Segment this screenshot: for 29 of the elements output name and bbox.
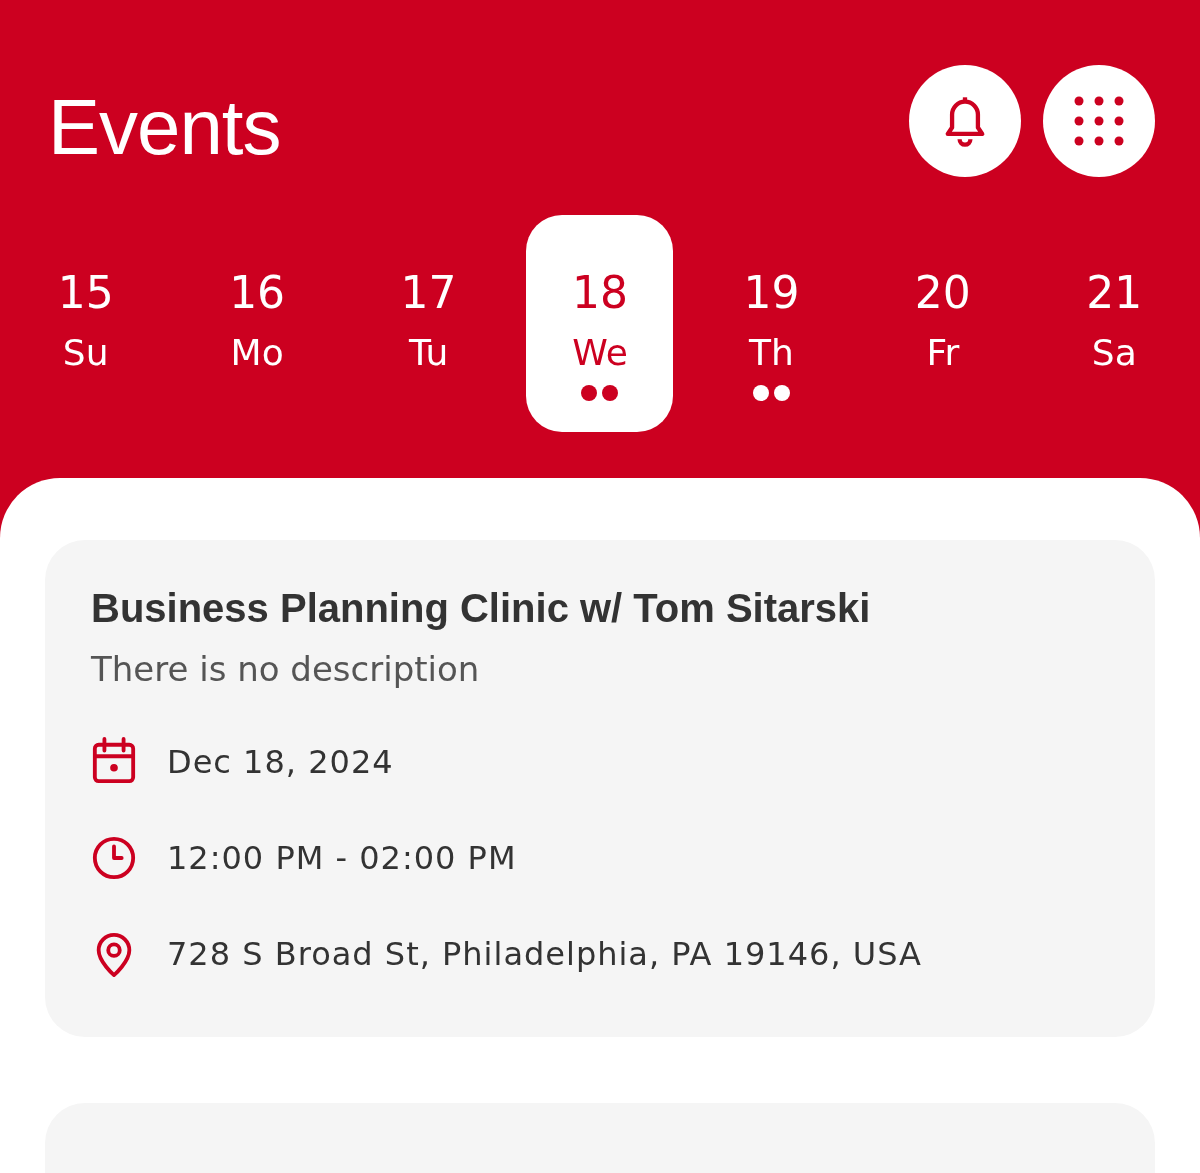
event-title: Business Planning Clinic w/ Tom Sitarski [91, 586, 872, 631]
day-name: Mo [230, 331, 284, 375]
day-name: Su [62, 331, 109, 375]
day-number: 15 [57, 267, 114, 319]
event-description: There is no description [91, 649, 481, 689]
day-number: 19 [743, 267, 800, 319]
day-name: Th [749, 331, 794, 375]
day-number: 18 [572, 267, 628, 319]
day-tab[interactable]: 18 We [526, 215, 674, 432]
day-number: 17 [400, 267, 457, 319]
event-time: 12:00 PM - 02:00 PM [167, 839, 517, 877]
day-tab[interactable]: 21 Sa [1040, 215, 1188, 432]
page-title: Events [48, 82, 281, 173]
event-card[interactable]: Business Planning Clinic w/ Tom Sitarski There is no description Dec 18, 2024 12:00 PM - 02:00 PM 728 S Broad St, Philadelphia, PA 19146, USA [45, 540, 1155, 1037]
day-tab[interactable]: 15 Su [12, 215, 160, 432]
day-name: Tu [408, 331, 449, 375]
day-name: We [572, 331, 628, 375]
day-tab[interactable]: 17 Tu [355, 215, 503, 432]
grid-dots-icon [1074, 96, 1124, 146]
day-name: Fr [926, 331, 960, 375]
day-name: Sa [1091, 331, 1137, 375]
day-number: 20 [914, 267, 971, 319]
event-date: Dec 18, 2024 [167, 743, 394, 781]
day-tab[interactable]: 16 Mo [183, 215, 331, 432]
day-number: 16 [229, 267, 286, 319]
event-location: 728 S Broad St, Philadelphia, PA 19146, USA [167, 935, 922, 973]
day-tab[interactable]: 19 Th [697, 215, 845, 432]
day-number: 21 [1086, 267, 1143, 319]
day-tab[interactable]: 20 Fr [869, 215, 1017, 432]
